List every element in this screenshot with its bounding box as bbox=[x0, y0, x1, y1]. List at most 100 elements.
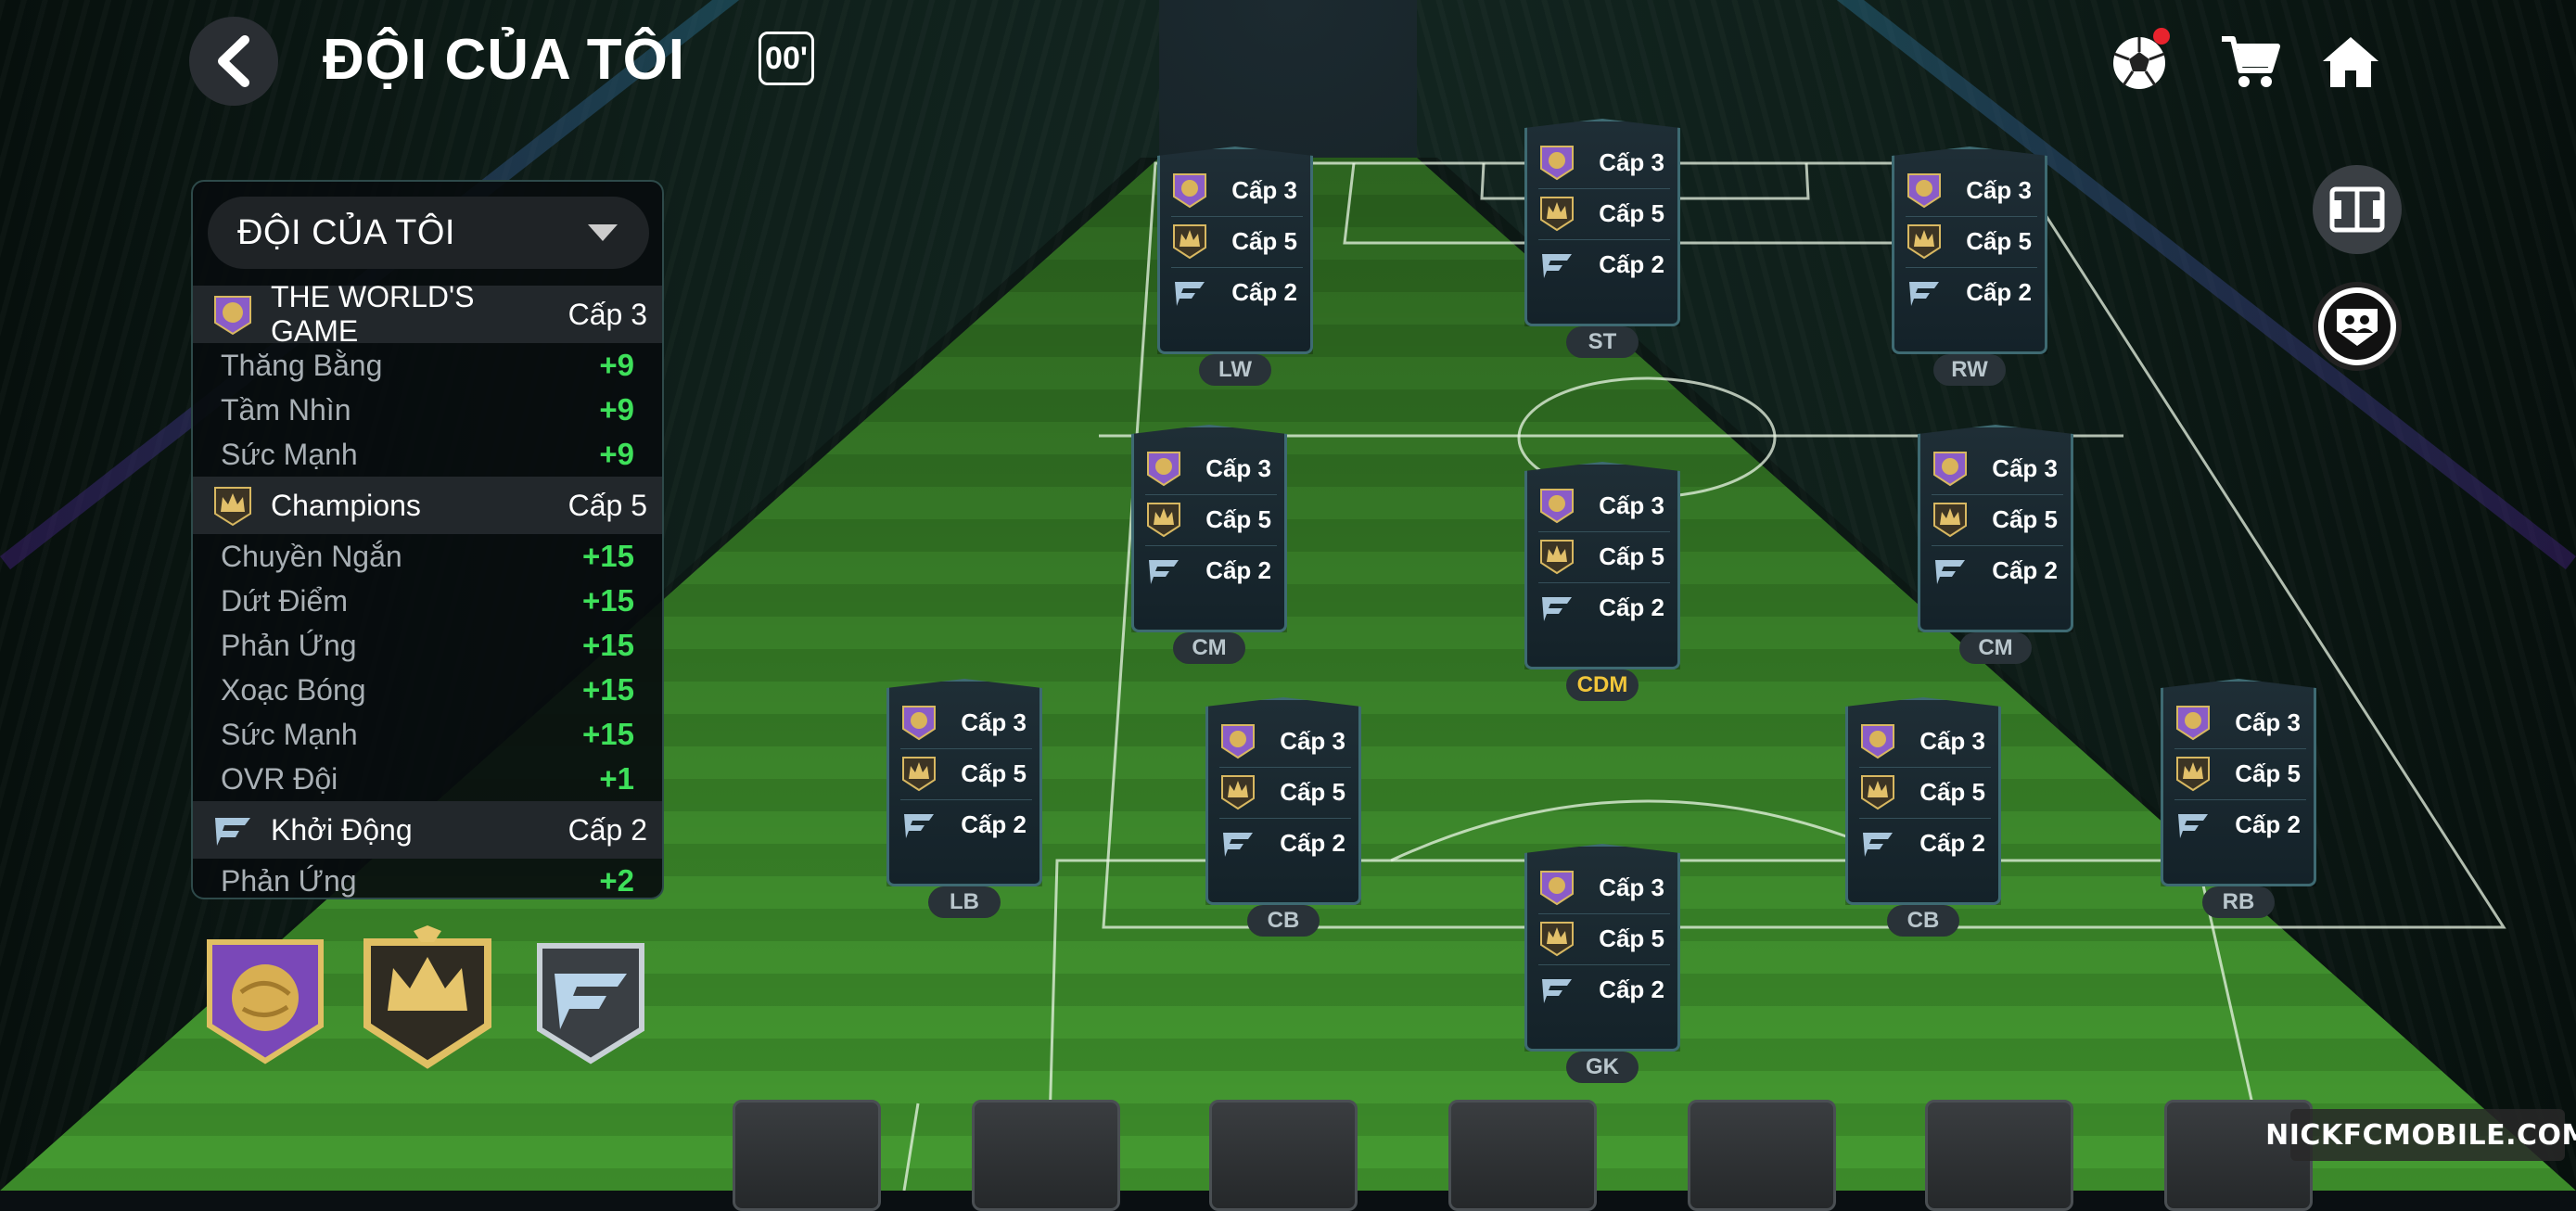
stat-value: +9 bbox=[599, 392, 634, 427]
card-bonus-row: Cấp 2 bbox=[1219, 821, 1351, 865]
chevron-left-icon bbox=[218, 35, 249, 87]
card-level: Cấp 2 bbox=[1992, 555, 2058, 584]
champions-crown-icon bbox=[1221, 775, 1255, 810]
champions-crown-icon bbox=[902, 757, 936, 792]
card-divider bbox=[900, 799, 1032, 800]
team-dropdown[interactable]: ĐỘI CỦA TÔI bbox=[208, 197, 649, 269]
player-card-cm-left[interactable]: Cấp 3 Cấp 5 Cấp 2 bbox=[1131, 425, 1287, 632]
bench-slot[interactable] bbox=[1925, 1100, 2073, 1211]
back-button[interactable] bbox=[189, 17, 278, 106]
stat-row: Phản Ứng +15 bbox=[193, 623, 662, 668]
card-level: Cấp 5 bbox=[1599, 198, 1664, 227]
card-level: Cấp 2 bbox=[1205, 555, 1271, 584]
card-bonus-row: Cấp 5 bbox=[1906, 219, 2037, 263]
team-people-icon bbox=[2337, 309, 2378, 346]
champions-crown-icon bbox=[1147, 503, 1180, 538]
world-game-badge-icon bbox=[2176, 706, 2210, 741]
fc-logo-icon bbox=[2178, 814, 2208, 838]
card-bonus-row: Cấp 2 bbox=[1145, 548, 1277, 593]
position-label-st: ST bbox=[1566, 326, 1639, 358]
home-button[interactable] bbox=[2313, 24, 2389, 100]
card-bonus-row: Cấp 5 bbox=[1932, 497, 2063, 542]
card-bonus-row: Cấp 5 bbox=[2174, 751, 2306, 796]
stat-row: Chuyền Ngắn +15 bbox=[193, 534, 662, 579]
position-label-cb-left: CB bbox=[1247, 905, 1320, 937]
stat-name: Xoạc Bóng bbox=[221, 672, 366, 707]
champions-crown-icon bbox=[1540, 197, 1574, 232]
card-level: Cấp 3 bbox=[961, 707, 1027, 736]
bench-slot[interactable] bbox=[1448, 1100, 1597, 1211]
card-bonus-row: Cấp 5 bbox=[1538, 191, 1670, 236]
player-card-cb-right[interactable]: Cấp 3 Cấp 5 Cấp 2 bbox=[1845, 697, 2001, 905]
world-game-badge-icon bbox=[1147, 452, 1180, 487]
bench-slot[interactable] bbox=[733, 1100, 881, 1211]
card-divider bbox=[1906, 267, 2037, 268]
player-card-cb-left[interactable]: Cấp 3 Cấp 5 Cấp 2 bbox=[1205, 697, 1361, 905]
fc-logo-icon bbox=[1149, 560, 1179, 584]
position-label-lb: LB bbox=[928, 886, 1001, 918]
perk-header-worlds-game: THE WORLD'S GAME Cấp 3 bbox=[193, 280, 662, 348]
card-bonus-row: Cấp 5 bbox=[1538, 534, 1670, 579]
chevron-down-icon bbox=[588, 224, 618, 241]
card-bonus-row: Cấp 5 bbox=[1219, 770, 1351, 814]
card-level: Cấp 3 bbox=[1205, 453, 1271, 482]
player-card-rw[interactable]: Cấp 3 Cấp 5 Cấp 2 bbox=[1892, 147, 2047, 354]
player-card-lb[interactable]: Cấp 3 Cấp 5 Cấp 2 bbox=[886, 679, 1042, 886]
player-card-rb[interactable]: Cấp 3 Cấp 5 Cấp 2 bbox=[2161, 679, 2316, 886]
stat-row: Thăng Bằng +9 bbox=[193, 343, 662, 388]
bench-slot[interactable] bbox=[1209, 1100, 1358, 1211]
stat-row: Sức Mạnh +15 bbox=[193, 712, 662, 757]
team-chemistry-badge bbox=[2324, 293, 2391, 360]
stat-name: OVR Đội bbox=[221, 761, 338, 796]
bench-slot[interactable] bbox=[972, 1100, 1120, 1211]
card-divider bbox=[1171, 216, 1303, 217]
card-divider bbox=[1538, 913, 1670, 914]
card-level: Cấp 3 bbox=[1599, 873, 1664, 901]
card-bonus-row: Cấp 2 bbox=[1859, 821, 1991, 865]
position-label-gk: GK bbox=[1566, 1052, 1639, 1083]
card-level: Cấp 5 bbox=[1966, 226, 2032, 255]
card-level: Cấp 2 bbox=[1280, 828, 1345, 857]
card-bonus-row: Cấp 3 bbox=[2174, 700, 2306, 745]
position-label-rb: RB bbox=[2202, 886, 2275, 918]
card-bonus-row: Cấp 3 bbox=[1171, 168, 1303, 212]
world-game-badge-icon bbox=[1540, 489, 1574, 524]
football-notification-button[interactable] bbox=[2101, 24, 2177, 100]
card-divider bbox=[1906, 216, 2037, 217]
champions-crown-icon bbox=[1540, 540, 1574, 575]
card-divider bbox=[1219, 767, 1351, 768]
fc-starter-badge[interactable] bbox=[534, 940, 647, 1071]
shopping-cart-icon bbox=[2222, 36, 2280, 87]
fc-logo-icon bbox=[1542, 979, 1572, 1003]
player-card-lw[interactable]: Cấp 3 Cấp 5 Cấp 2 bbox=[1157, 147, 1313, 354]
card-level: Cấp 3 bbox=[1966, 175, 2032, 204]
stat-value: +2 bbox=[599, 863, 634, 898]
player-card-cdm[interactable]: Cấp 3 Cấp 5 Cấp 2 bbox=[1524, 462, 1680, 669]
match-time-badge: 00' bbox=[759, 32, 814, 85]
world-game-badge[interactable] bbox=[204, 937, 326, 1071]
team-bonus-panel[interactable]: ĐỘI CỦA TÔI THE WORLD'S GAME Cấp 3 Thăng… bbox=[191, 180, 664, 899]
team-chemistry-button[interactable] bbox=[2313, 282, 2402, 371]
formation-view-button[interactable] bbox=[2313, 165, 2402, 254]
stat-value: +15 bbox=[582, 583, 634, 618]
card-level: Cấp 2 bbox=[1599, 593, 1664, 621]
card-level: Cấp 5 bbox=[1919, 777, 1985, 806]
fc-logo-icon bbox=[1542, 597, 1572, 621]
card-level: Cấp 5 bbox=[1231, 226, 1297, 255]
card-bonus-row: Cấp 2 bbox=[1171, 270, 1303, 314]
stat-value: +1 bbox=[599, 761, 634, 796]
card-bonus-row: Cấp 3 bbox=[1932, 446, 2063, 491]
card-divider bbox=[1145, 545, 1277, 546]
player-card-st[interactable]: Cấp 3 Cấp 5 Cấp 2 bbox=[1524, 119, 1680, 326]
stat-value: +9 bbox=[599, 348, 634, 382]
fc-logo-icon bbox=[1175, 282, 1205, 306]
shop-button[interactable] bbox=[2213, 24, 2289, 100]
page-title: ĐỘI CỦA TÔI bbox=[323, 28, 686, 92]
stat-name: Sức Mạnh bbox=[221, 437, 358, 471]
player-card-cm-right[interactable]: Cấp 3 Cấp 5 Cấp 2 bbox=[1918, 425, 2073, 632]
player-card-gk[interactable]: Cấp 3 Cấp 5 Cấp 2 bbox=[1524, 844, 1680, 1052]
perk-list[interactable]: THE WORLD'S GAME Cấp 3 Thăng Bằng +9 Tầm … bbox=[193, 280, 662, 898]
perk-level: Cấp 3 bbox=[567, 297, 647, 331]
bench-slot[interactable] bbox=[1688, 1100, 1836, 1211]
champions-badge[interactable] bbox=[358, 925, 497, 1075]
